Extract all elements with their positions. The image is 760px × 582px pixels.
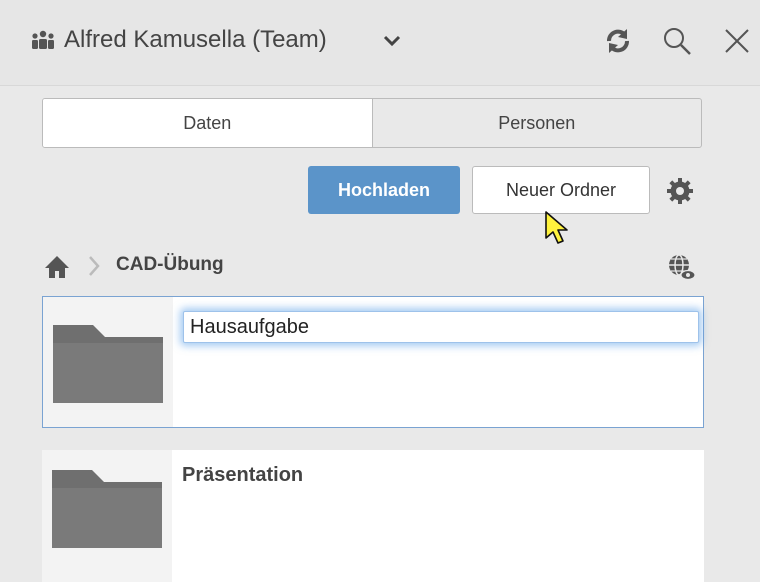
folder-item[interactable]: Präsentation xyxy=(42,450,704,582)
folder-icon xyxy=(52,470,162,548)
upload-button[interactable]: Hochladen xyxy=(308,166,460,214)
team-icon xyxy=(32,30,54,49)
chevron-right-icon xyxy=(89,256,100,276)
gear-icon[interactable] xyxy=(665,176,695,206)
folder-icon xyxy=(53,325,163,403)
tab-personen[interactable]: Personen xyxy=(373,99,702,147)
folder-name[interactable]: Präsentation xyxy=(182,464,303,487)
team-header: Alfred Kamusella (Team) xyxy=(0,0,760,86)
home-icon[interactable] xyxy=(44,254,70,280)
mouse-cursor-icon xyxy=(545,211,568,244)
breadcrumb-current: CAD-Übung xyxy=(116,254,224,275)
refresh-icon[interactable] xyxy=(603,26,633,56)
folder-item-editing[interactable] xyxy=(42,296,704,428)
team-title[interactable]: Alfred Kamusella (Team) xyxy=(64,26,327,54)
view-tabs: Daten Personen xyxy=(42,98,702,148)
close-icon[interactable] xyxy=(722,26,752,56)
globe-icon[interactable] xyxy=(666,252,696,282)
tab-daten[interactable]: Daten xyxy=(43,99,373,147)
chevron-down-icon[interactable] xyxy=(382,34,402,48)
folder-thumbnail xyxy=(42,450,172,582)
new-folder-button[interactable]: Neuer Ordner xyxy=(472,166,650,214)
folder-thumbnail xyxy=(43,297,173,427)
search-icon[interactable] xyxy=(662,26,692,56)
folder-name-input[interactable] xyxy=(183,311,699,343)
